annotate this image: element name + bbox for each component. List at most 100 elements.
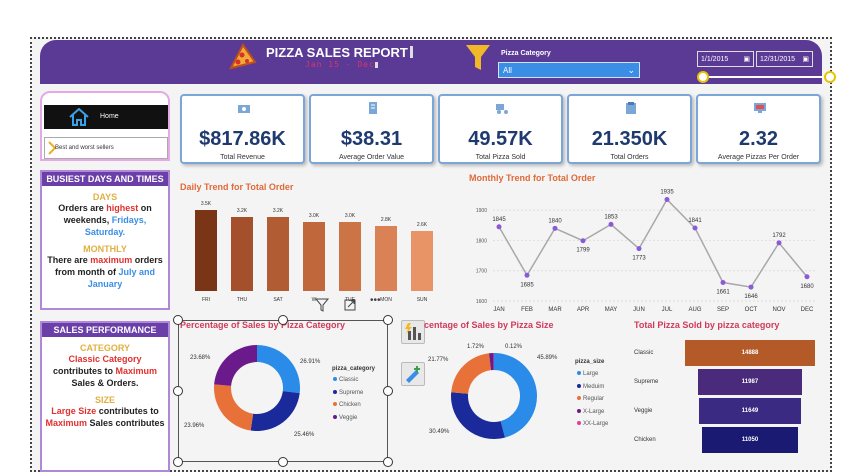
legend-marker <box>577 371 581 375</box>
delivery-icon <box>496 104 508 114</box>
busiest-days-panel: BUSIEST DAYS AND TIMES DAYS Orders are h… <box>40 170 170 310</box>
y-tick-label: 1900 <box>476 208 487 214</box>
date-slider-end-handle[interactable] <box>824 71 836 83</box>
format-visual-button[interactable] <box>401 362 425 386</box>
monthly-point-value-label: 1799 <box>576 248 590 254</box>
monthly-x-tick-label: OCT <box>745 307 758 313</box>
best-worst-sellers-button[interactable]: Best and worst sellers <box>44 137 168 159</box>
funnel-icon <box>466 45 490 70</box>
pizza-sold-bar-supreme[interactable]: 11987 <box>697 369 803 395</box>
kpi-label: Total Orders <box>610 154 649 161</box>
home-icon <box>69 108 89 126</box>
monthly-point-sep[interactable] <box>720 280 726 286</box>
monthly-point-aug[interactable] <box>692 225 698 231</box>
monthly-point-may[interactable] <box>608 221 614 227</box>
chevron-down-icon: ⌄ <box>627 65 635 75</box>
pizza-sold-bar-veggie[interactable]: 11649 <box>699 398 801 424</box>
daily-bar-category-label: FRI <box>201 297 211 303</box>
monthly-point-value-label: 1853 <box>604 214 618 220</box>
y-tick-label: 1800 <box>476 238 487 244</box>
kpi-value: $817.86K <box>199 128 286 150</box>
pizza-sold-category-label: Veggie <box>634 408 653 414</box>
pizza-sold-bar-chicken[interactable]: 11050 <box>702 427 798 453</box>
date-slider-start-handle[interactable] <box>697 71 709 83</box>
resize-handle[interactable] <box>278 457 288 467</box>
monthly-point-mar[interactable] <box>552 225 558 231</box>
pie-label-meduim: 30.49% <box>429 429 450 435</box>
pizza-sold-category-label: Supreme <box>634 379 659 385</box>
category-select[interactable]: All ⌄ <box>498 62 640 78</box>
home-label: Home <box>100 113 119 120</box>
daily-bar-sun[interactable] <box>411 230 433 291</box>
pizza-sold-category-label: Chicken <box>634 437 656 443</box>
monitor-icon <box>754 103 766 113</box>
daily-bar-value-label: 3.2K <box>272 207 284 214</box>
legend-marker <box>577 408 581 413</box>
monthly-point-oct[interactable] <box>748 284 754 290</box>
monthly-subheading: MONTHLY <box>83 244 127 254</box>
legend-item-regular[interactable]: Regular <box>577 396 604 402</box>
monthly-x-tick-label: APR <box>577 307 590 313</box>
resize-handle[interactable] <box>173 315 183 325</box>
resize-handle[interactable] <box>173 457 183 467</box>
monthly-point-value-label: 1661 <box>716 290 730 296</box>
paintbrush-icon <box>406 366 420 383</box>
resize-handle[interactable] <box>383 457 393 467</box>
receipt-icon <box>369 102 377 114</box>
daily-bar-value-label: 3.0K <box>344 212 356 219</box>
monthly-x-tick-label: JAN <box>493 307 504 313</box>
pizza-sold-bar-classic[interactable]: 14888 <box>685 340 815 366</box>
daily-bar-w[interactable] <box>303 221 325 291</box>
home-button[interactable]: Home <box>44 105 168 129</box>
resize-handle[interactable] <box>278 315 288 325</box>
daily-bar-value-label: 2.8K <box>380 217 392 224</box>
daily-bar-mon[interactable] <box>375 226 397 291</box>
donut-slice-regular[interactable] <box>451 353 492 394</box>
dashboard-canvas: PIZZA SALES REPORT Jan 15 - Dec Pizza Ca… <box>30 37 836 472</box>
resize-handle[interactable] <box>173 386 183 396</box>
daily-trend-chart: 3.5K FRI 3.2K THU 3.2K SAT 3.0K W 3.0K TUE 2.8K MON… <box>187 199 437 309</box>
monthly-point-value-label: 1840 <box>548 218 562 224</box>
days-subheading: DAYS <box>92 192 118 202</box>
calendar-icon[interactable]: ▣ <box>743 55 750 63</box>
visual-selection-frame[interactable] <box>178 320 388 462</box>
resize-handle[interactable] <box>383 386 393 396</box>
size-donut-chart[interactable] <box>449 351 539 441</box>
category-insight: Classic Category contributes to Maximum … <box>52 354 157 388</box>
focus-mode-icon[interactable] <box>344 299 356 311</box>
legend-item-x-large[interactable]: X-Large <box>577 408 604 415</box>
daily-bar-value-label: 3.2K <box>236 207 248 214</box>
legend-marker <box>577 383 581 388</box>
legend-item-meduim[interactable]: Meduim <box>577 383 604 390</box>
build-visual-button[interactable] <box>401 320 425 344</box>
donut-slice-meduim[interactable] <box>451 392 505 439</box>
kpi-card-average-pizzas-per-order: 2.32 Average Pizzas Per Order <box>696 94 821 164</box>
monthly-point-feb[interactable] <box>524 272 530 278</box>
legend-item-xx-large[interactable]: XX-Large <box>577 421 608 427</box>
pie-label-regular: 21.77% <box>428 357 449 363</box>
start-date-input[interactable]: 1/1/2015 ▣ <box>697 51 754 67</box>
calendar-icon[interactable]: ▣ <box>802 55 809 63</box>
monthly-point-dec[interactable] <box>804 274 810 280</box>
monthly-point-nov[interactable] <box>776 240 782 246</box>
daily-bar-tue[interactable] <box>339 221 361 291</box>
legend-item-large[interactable]: Large <box>577 371 598 377</box>
more-options-icon[interactable]: ••• <box>370 295 381 306</box>
monthly-point-jun[interactable] <box>636 246 642 252</box>
monthly-point-apr[interactable] <box>580 238 586 244</box>
daily-bar-thu[interactable] <box>231 216 253 291</box>
monthly-point-jan[interactable] <box>496 224 502 230</box>
monthly-point-jul[interactable] <box>664 197 670 203</box>
end-date-input[interactable]: 12/31/2015 ▣ <box>756 51 813 67</box>
filter-icon[interactable] <box>315 298 329 312</box>
date-slider-track[interactable] <box>704 76 830 78</box>
daily-bar-fri[interactable] <box>195 209 217 291</box>
kpi-card-total-revenue: $817.86K Total Revenue <box>180 94 305 164</box>
order-icon <box>626 102 636 114</box>
resize-handle[interactable] <box>383 315 393 325</box>
kpi-label: Total Pizza Sold <box>475 154 526 161</box>
size-insight: Large Size contributes to Maximum Sales … <box>45 406 165 428</box>
daily-bar-sat[interactable] <box>267 216 289 291</box>
report-subtitle: Jan 15 - Dec <box>305 60 375 69</box>
sales-performance-panel: SALES PERFORMANCE CATEGORY Classic Categ… <box>40 321 170 472</box>
